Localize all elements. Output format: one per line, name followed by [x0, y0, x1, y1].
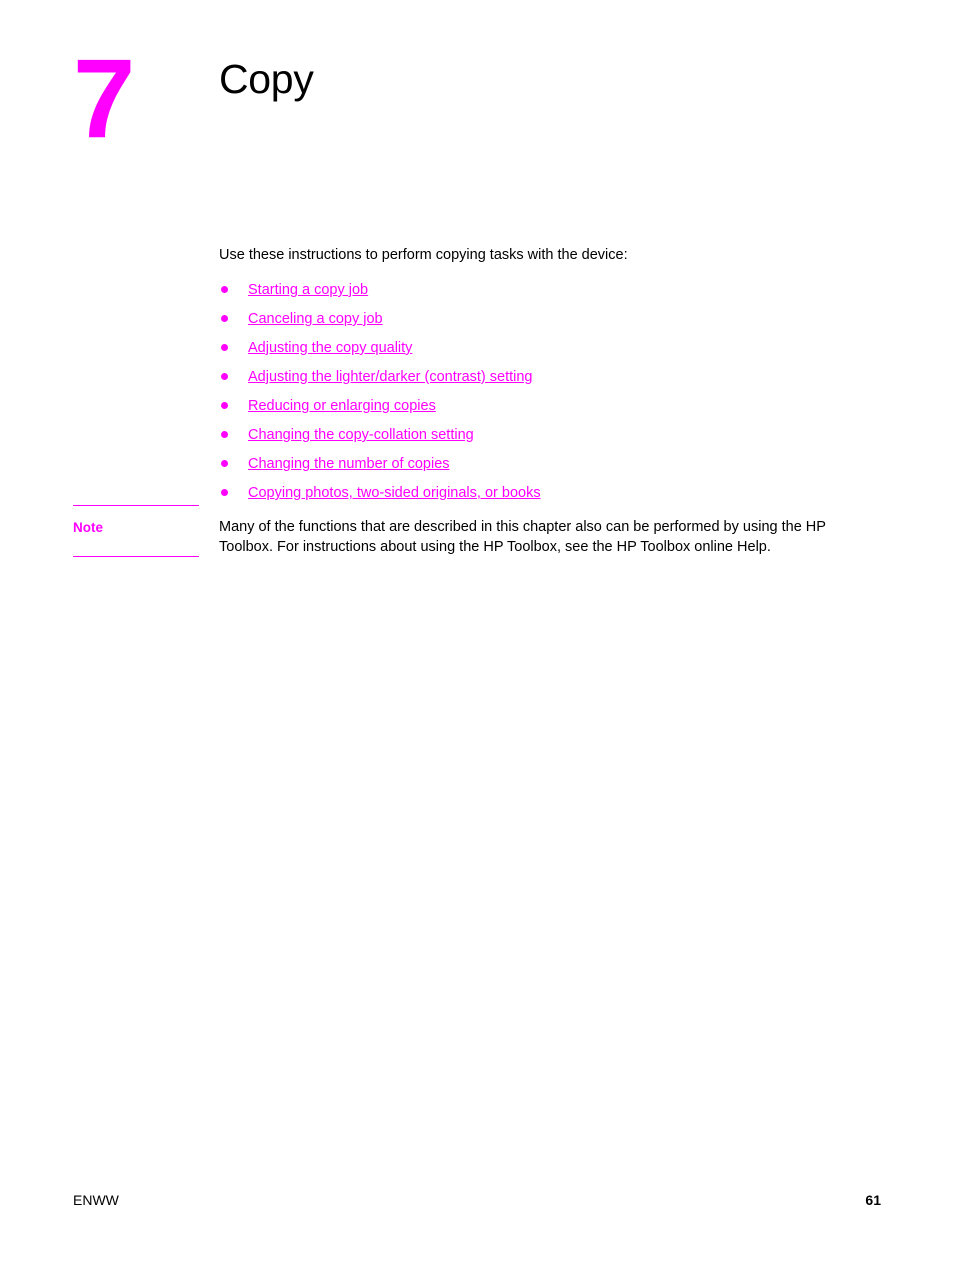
bullet-icon — [221, 344, 228, 351]
topic-link-adjusting-the-contrast-setting[interactable]: Adjusting the lighter/darker (contrast) … — [248, 369, 533, 385]
intro-paragraph: Use these instructions to perform copyin… — [219, 247, 628, 263]
topic-link-changing-the-copy-collation-setting[interactable]: Changing the copy-collation setting — [248, 427, 474, 443]
list-item: Canceling a copy job — [219, 305, 867, 334]
page-footer: ENWW 61 — [73, 1190, 881, 1214]
topic-link-copying-photos-two-sided-originals-or-books[interactable]: Copying photos, two-sided originals, or … — [248, 485, 541, 501]
list-item: Reducing or enlarging copies — [219, 392, 867, 421]
topic-link-adjusting-the-copy-quality[interactable]: Adjusting the copy quality — [248, 340, 412, 356]
note-label: Note — [73, 520, 103, 535]
footer-page-number: 61 — [865, 1192, 881, 1208]
footer-locale-label: ENWW — [73, 1192, 119, 1208]
bullet-icon — [221, 373, 228, 380]
list-item: Copying photos, two-sided originals, or … — [219, 479, 867, 508]
document-page: 7 Copy Use these instructions to perform… — [0, 0, 954, 1270]
bullet-icon — [221, 402, 228, 409]
chapter-topic-list: Starting a copy job Canceling a copy job… — [219, 276, 867, 508]
topic-link-starting-a-copy-job[interactable]: Starting a copy job — [248, 282, 368, 298]
list-item: Changing the number of copies — [219, 450, 867, 479]
list-item: Adjusting the copy quality — [219, 334, 867, 363]
page-title: Copy — [219, 56, 314, 102]
topic-link-reducing-or-enlarging-copies[interactable]: Reducing or enlarging copies — [248, 398, 436, 414]
note-body-text: Many of the functions that are described… — [219, 519, 826, 555]
bullet-icon — [221, 489, 228, 496]
bullet-icon — [221, 315, 228, 322]
chapter-number: 7 — [73, 36, 135, 161]
chapter-header: 7 Copy — [0, 0, 954, 200]
bullet-icon — [221, 286, 228, 293]
topic-link-canceling-a-copy-job[interactable]: Canceling a copy job — [248, 311, 383, 327]
list-item: Changing the copy-collation setting — [219, 421, 867, 450]
chapter-intro-section: Use these instructions to perform copyin… — [219, 246, 867, 508]
topic-link-changing-the-number-of-copies[interactable]: Changing the number of copies — [248, 456, 450, 472]
note-divider-top — [73, 505, 199, 506]
list-item: Adjusting the lighter/darker (contrast) … — [219, 363, 867, 392]
note-divider-bottom — [73, 556, 199, 557]
list-item: Starting a copy job — [219, 276, 867, 305]
bullet-icon — [221, 460, 228, 467]
bullet-icon — [221, 431, 228, 438]
